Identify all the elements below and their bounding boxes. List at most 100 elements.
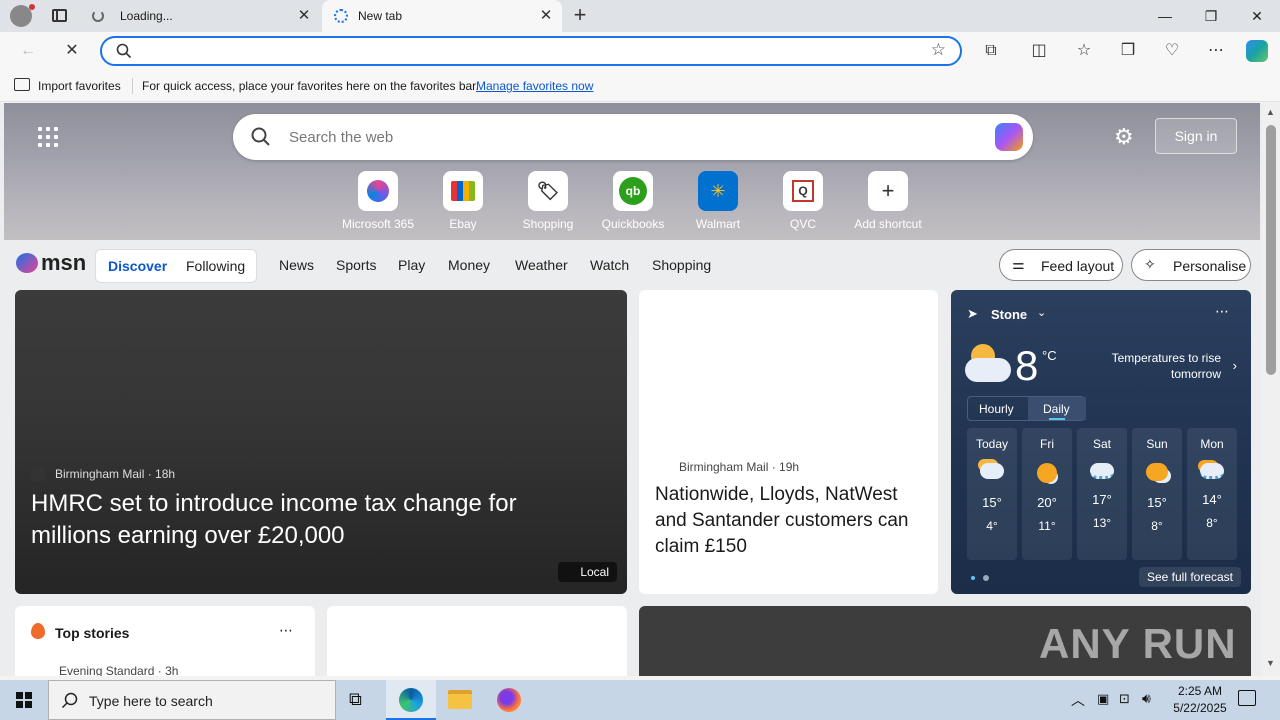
close-window-button[interactable]: ✕ bbox=[1234, 0, 1280, 32]
chevron-right-icon[interactable]: › bbox=[1233, 358, 1237, 373]
temp-unit: °C bbox=[1042, 348, 1057, 363]
split-screen-icon[interactable]: ◫ bbox=[1028, 40, 1050, 62]
minimize-button[interactable]: — bbox=[1142, 0, 1188, 32]
tab-hourly[interactable]: Hourly bbox=[979, 402, 1014, 416]
new-tab-button[interactable]: + bbox=[568, 4, 592, 28]
more-menu-icon[interactable]: ⋯ bbox=[1205, 40, 1227, 62]
start-button[interactable] bbox=[0, 680, 48, 720]
task-view-icon[interactable]: ⧉ bbox=[349, 689, 362, 710]
nav-watch[interactable]: Watch bbox=[590, 257, 629, 273]
nav-money[interactable]: Money bbox=[448, 257, 490, 273]
shortcut-label: QVC bbox=[789, 217, 816, 231]
nav-news[interactable]: News bbox=[279, 257, 314, 273]
copilot-icon[interactable] bbox=[995, 123, 1023, 151]
microsoft365-icon bbox=[358, 171, 398, 211]
stop-loading-icon[interactable]: ✕ bbox=[61, 40, 83, 62]
favorite-star-icon[interactable]: ☆ bbox=[931, 40, 946, 60]
shortcut-shopping[interactable]: 🏷 Shopping bbox=[505, 171, 591, 231]
more-options-icon[interactable]: ⋯ bbox=[279, 622, 293, 639]
news-headline[interactable]: HMRC set to introduce income tax change … bbox=[31, 488, 591, 552]
weather-location[interactable]: Stone bbox=[991, 307, 1027, 322]
scroll-down-icon[interactable]: ▼ bbox=[1266, 658, 1275, 668]
import-favorites-icon[interactable] bbox=[14, 78, 30, 91]
restore-button[interactable]: ❐ bbox=[1188, 0, 1234, 32]
nav-sports[interactable]: Sports bbox=[336, 257, 376, 273]
forecast-day[interactable]: Sat 17° 13° bbox=[1077, 428, 1127, 560]
extensions-icon[interactable]: ⧉ bbox=[980, 40, 1002, 62]
forecast-day[interactable]: Fri 20° 11° bbox=[1022, 428, 1072, 560]
taskbar-search-box[interactable]: Type here to search bbox=[48, 680, 336, 720]
show-hidden-icons[interactable]: ︿ bbox=[1071, 690, 1085, 710]
scroll-thumb[interactable] bbox=[1266, 125, 1276, 375]
pager-dot[interactable] bbox=[971, 576, 975, 580]
web-search-box[interactable]: Search the web bbox=[233, 114, 1033, 160]
close-tab-icon[interactable]: ✕ bbox=[296, 8, 312, 24]
browser-essentials-icon[interactable]: ♡ bbox=[1161, 40, 1183, 62]
close-tab-icon[interactable]: ✕ bbox=[538, 8, 554, 24]
collections-icon[interactable]: ❒ bbox=[1117, 40, 1139, 62]
tray-app-icon[interactable]: ▣ bbox=[1097, 691, 1109, 707]
tab-actions-icon[interactable] bbox=[52, 9, 67, 22]
settings-gear-icon[interactable]: ⚙ bbox=[1114, 124, 1134, 150]
taskbar-edge[interactable] bbox=[386, 680, 436, 720]
favorites-icon[interactable]: ☆ bbox=[1073, 40, 1095, 62]
clock[interactable]: 2:25 AM 5/22/2025 bbox=[1160, 683, 1240, 717]
address-bar[interactable]: ☆ bbox=[100, 36, 962, 66]
shortcut-label: Ebay bbox=[449, 217, 477, 231]
nav-shopping[interactable]: Shopping bbox=[652, 257, 711, 273]
sign-in-button[interactable]: Sign in bbox=[1155, 118, 1237, 154]
profile-icon[interactable] bbox=[10, 4, 35, 27]
video-card[interactable]: ANY RUN bbox=[639, 606, 1251, 676]
tag-icon: 🏷 bbox=[528, 171, 568, 211]
import-favorites-button[interactable]: Import favorites bbox=[38, 79, 121, 93]
network-icon[interactable]: ⊡ bbox=[1119, 691, 1130, 707]
shortcut-walmart[interactable]: ✳ Walmart bbox=[675, 171, 761, 231]
news-card-second[interactable]: Birmingham Mail · 19h Nationwide, Lloyds… bbox=[639, 290, 938, 594]
more-options-icon[interactable]: ⋯ bbox=[1215, 303, 1229, 320]
notifications-icon[interactable] bbox=[1238, 690, 1256, 706]
feed-layout-button[interactable]: ⚌ Feed layout bbox=[999, 249, 1123, 281]
page-scrollbar[interactable]: ▲ ▼ bbox=[1262, 103, 1280, 676]
news-headline[interactable]: Nationwide, Lloyds, NatWest and Santande… bbox=[655, 482, 925, 560]
pager-dot[interactable] bbox=[983, 575, 989, 581]
browser-toolbar: ← ✕ ☆ ⧉ ◫ ☆ ❒ ♡ ⋯ bbox=[0, 32, 1280, 70]
scroll-up-icon[interactable]: ▲ bbox=[1266, 107, 1275, 117]
nav-play[interactable]: Play bbox=[398, 257, 425, 273]
day-high: 17° bbox=[1092, 492, 1112, 507]
manage-favorites-link[interactable]: Manage favorites now bbox=[476, 79, 593, 93]
forecast-tabs: Hourly Daily bbox=[967, 396, 1086, 421]
copilot-icon[interactable] bbox=[1246, 40, 1268, 62]
nav-weather[interactable]: Weather bbox=[515, 257, 568, 273]
tab-discover[interactable]: Discover bbox=[108, 258, 167, 274]
weather-card[interactable]: ➤ Stone ⌄ ⋯ 8 °C Temperatures to rise to… bbox=[951, 290, 1251, 594]
source-logo-icon bbox=[31, 467, 45, 481]
back-icon[interactable]: ← bbox=[17, 40, 39, 62]
volume-icon[interactable]: 🔊︎ bbox=[1142, 690, 1151, 707]
see-full-forecast-link[interactable]: See full forecast bbox=[1138, 567, 1241, 587]
forecast-day[interactable]: Mon 14° 8° bbox=[1187, 428, 1237, 560]
news-card-hero[interactable]: Birmingham Mail · 18h HMRC set to introd… bbox=[15, 290, 627, 594]
forecast-day[interactable]: Sun 15° 8° bbox=[1132, 428, 1182, 560]
shortcut-add[interactable]: + Add shortcut bbox=[845, 171, 931, 231]
firefox-icon[interactable] bbox=[497, 688, 521, 712]
tab-daily-indicator bbox=[1049, 418, 1065, 420]
title-bar: Loading... ✕ New tab ✕ + — ❐ ✕ bbox=[0, 0, 1280, 32]
tab-following[interactable]: Following bbox=[186, 258, 245, 274]
msn-logo[interactable]: msn bbox=[16, 250, 86, 276]
tab-new-tab[interactable]: New tab ✕ bbox=[322, 0, 562, 32]
shortcut-ebay[interactable]: Ebay bbox=[420, 171, 506, 231]
shortcut-quickbooks[interactable]: qb Quickbooks bbox=[590, 171, 676, 231]
tab-loading[interactable]: Loading... ✕ bbox=[82, 0, 320, 32]
windows-logo-icon bbox=[16, 692, 32, 708]
news-card-placeholder[interactable] bbox=[327, 606, 627, 676]
shortcut-microsoft365[interactable]: Microsoft 365 bbox=[335, 171, 421, 231]
tab-daily[interactable]: Daily bbox=[1028, 397, 1086, 420]
shortcut-qvc[interactable]: Q QVC bbox=[760, 171, 846, 231]
apps-launcher-icon[interactable] bbox=[38, 127, 58, 147]
forecast-day[interactable]: Today 15° 4° bbox=[967, 428, 1017, 560]
chevron-down-icon[interactable]: ⌄ bbox=[1037, 306, 1046, 319]
file-explorer-icon[interactable] bbox=[448, 690, 472, 709]
news-source: Birmingham Mail · 18h bbox=[55, 467, 176, 481]
partly-cloudy-icon bbox=[980, 463, 1004, 479]
personalise-button[interactable]: ✧ Personalise bbox=[1131, 249, 1251, 281]
